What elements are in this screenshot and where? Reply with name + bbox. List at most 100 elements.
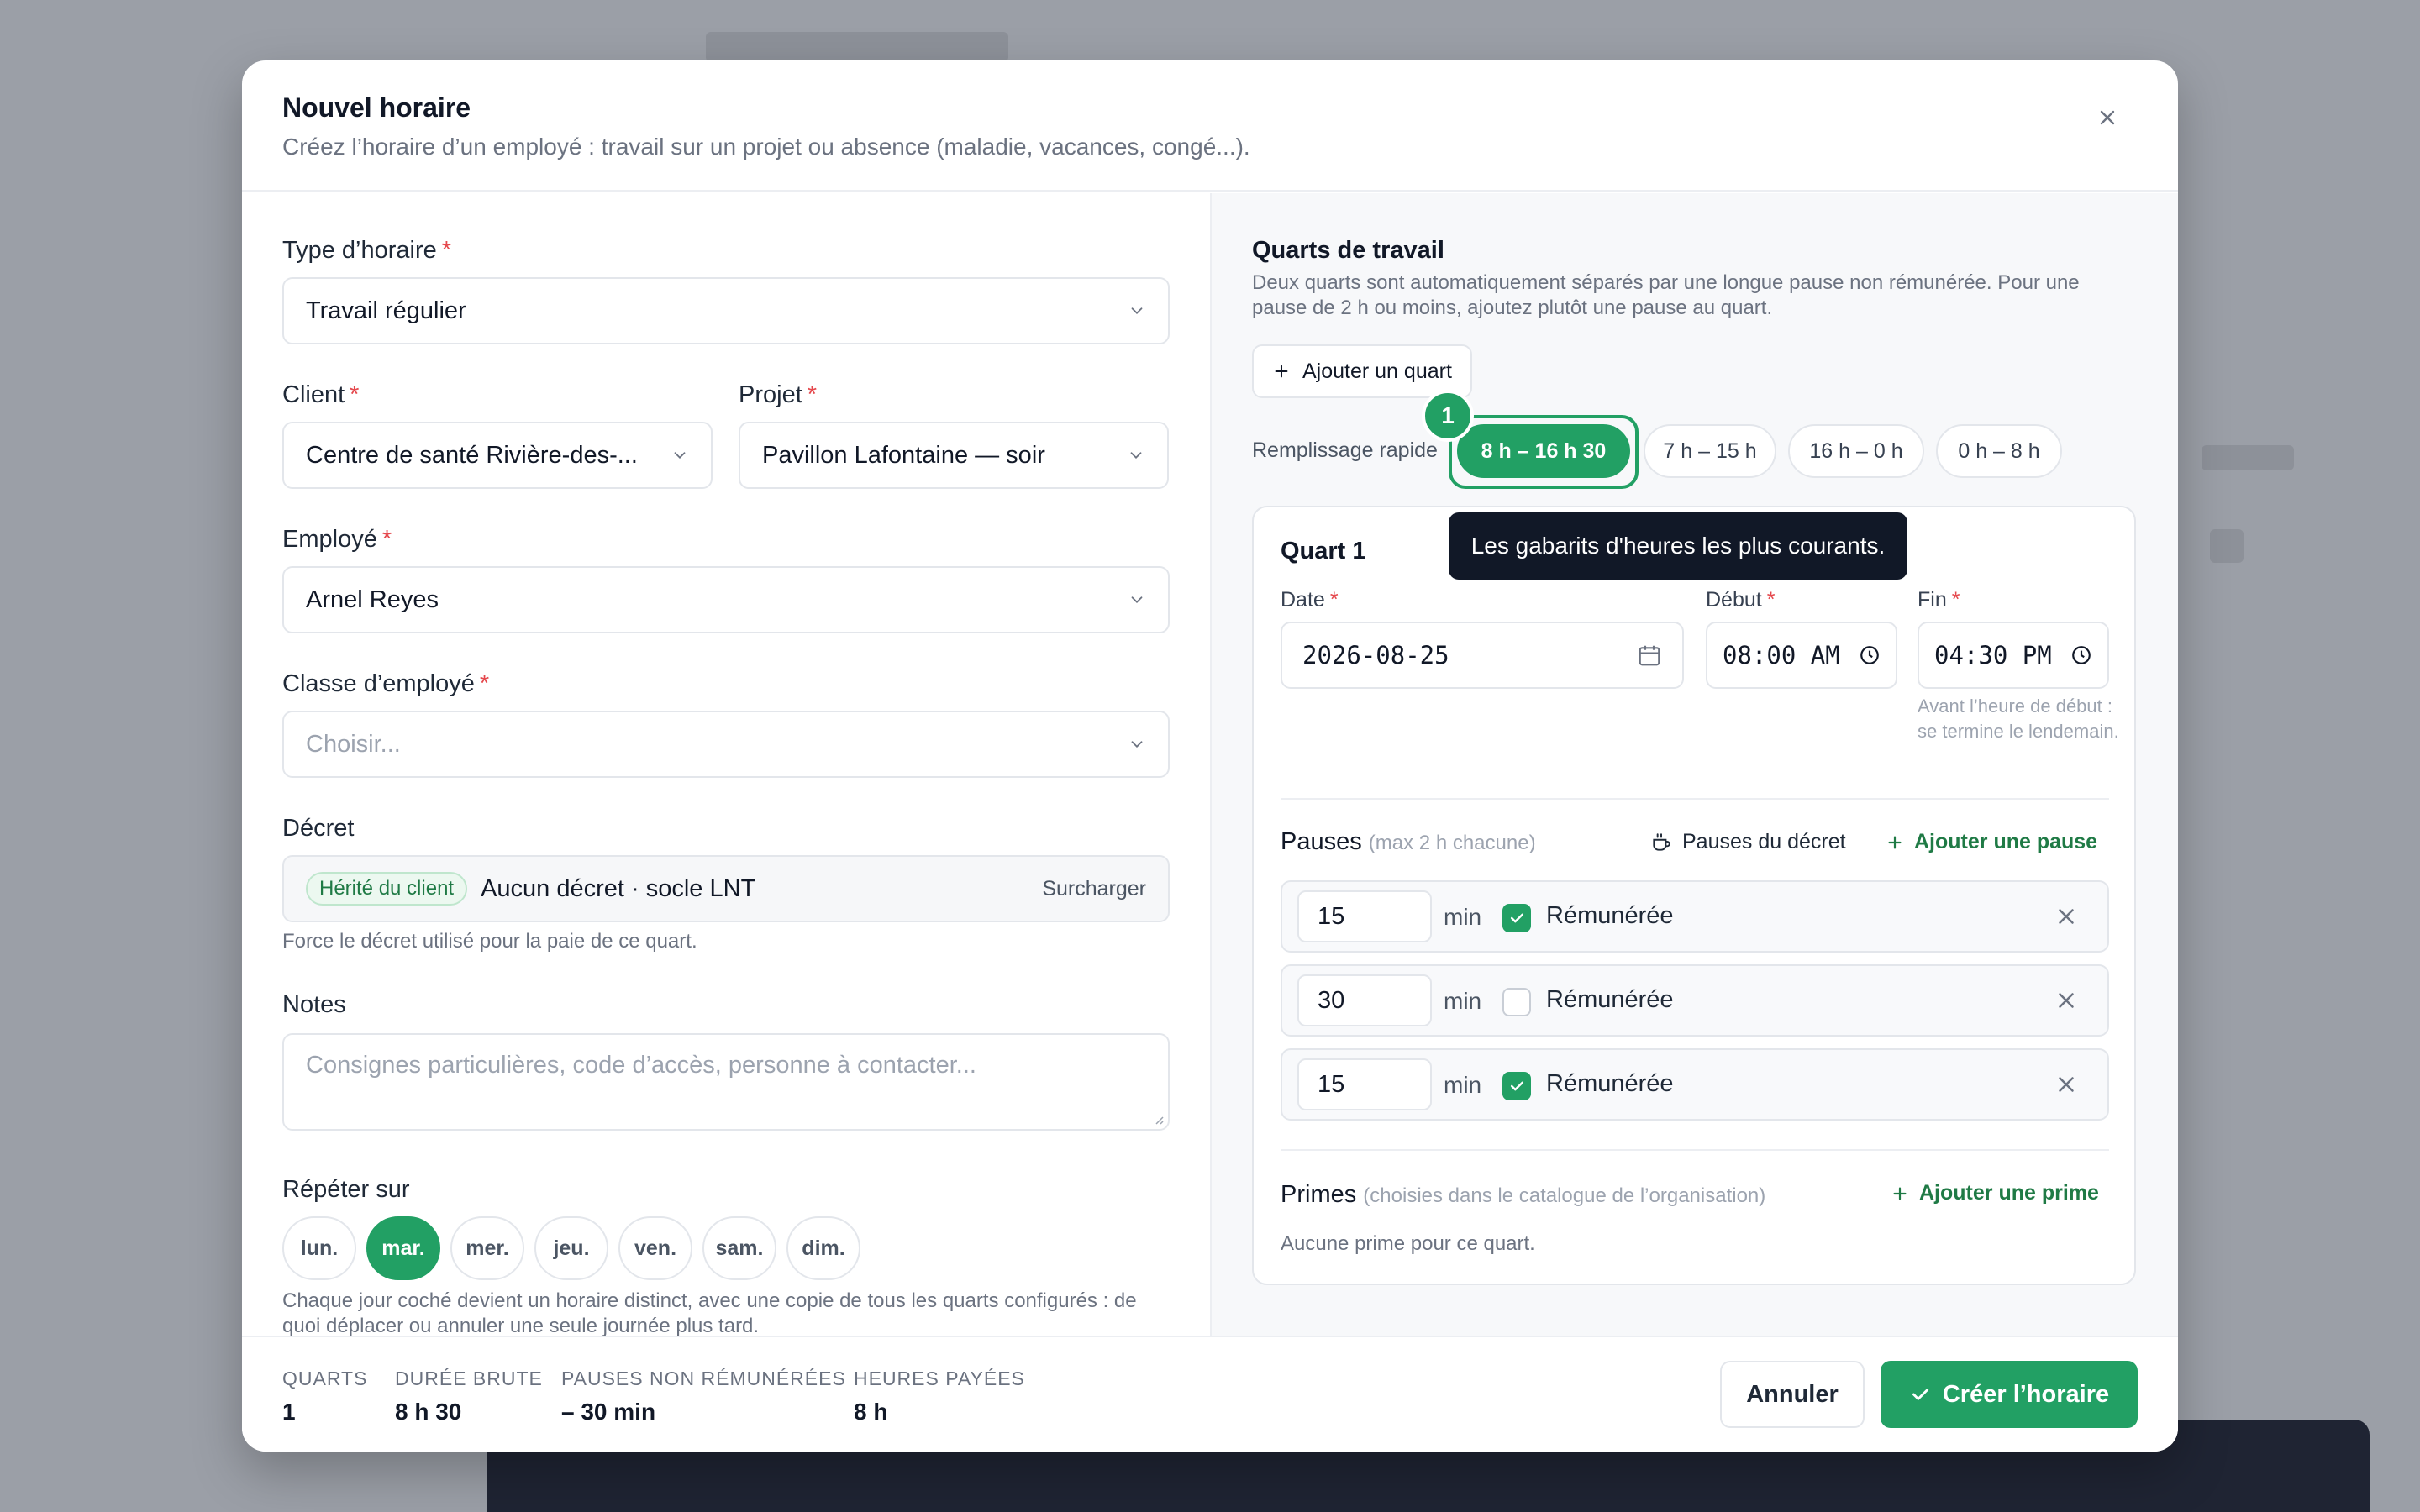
- decret-field: Hérité du client Aucun décret · socle LN…: [282, 855, 1170, 922]
- calendar-icon[interactable]: [1637, 643, 1662, 668]
- cancel-button[interactable]: Annuler: [1720, 1361, 1865, 1428]
- end-time-input[interactable]: 04:30 PM: [1918, 622, 2109, 689]
- step-badge: 1: [1422, 390, 1474, 442]
- day-toggle-mer[interactable]: mer.: [450, 1216, 524, 1280]
- start-label: Début *: [1706, 588, 1776, 612]
- pause-minutes-input[interactable]: 30: [1297, 974, 1432, 1026]
- check-icon: [1510, 913, 1523, 923]
- check-icon: [1510, 1081, 1523, 1091]
- day-toggle-lun[interactable]: lun.: [282, 1216, 356, 1280]
- stat-value: – 30 min: [561, 1399, 656, 1425]
- type-select-value: Travail régulier: [306, 297, 466, 324]
- divider: [1281, 798, 2109, 800]
- add-pause-label: Ajouter une pause: [1914, 830, 2098, 853]
- add-shift-button[interactable]: Ajouter un quart: [1252, 344, 1472, 398]
- primes-label: Primes (choisies dans le catalogue de l’…: [1281, 1181, 1766, 1208]
- paid-label: Rémunérée: [1546, 902, 1674, 929]
- start-time-input[interactable]: 08:00 AM: [1706, 622, 1897, 689]
- client-select-value: Centre de santé Rivière-des-...: [306, 441, 638, 469]
- stat-label: QUARTS: [282, 1368, 368, 1389]
- create-schedule-button[interactable]: Créer l’horaire: [1881, 1361, 2138, 1428]
- stat-label: HEURES PAYÉES: [854, 1368, 1025, 1389]
- client-select[interactable]: Centre de santé Rivière-des-...: [282, 422, 713, 489]
- quick-fill-chip-0-8[interactable]: 0 h – 8 h: [1936, 424, 2062, 478]
- decret-pauses-button[interactable]: Pauses du décret: [1650, 830, 1846, 854]
- decret-label: Décret: [282, 815, 355, 842]
- quick-fill-label: Remplissage rapide: [1252, 438, 1438, 462]
- day-toggle-jeu[interactable]: jeu.: [534, 1216, 608, 1280]
- dialog-title: Nouvel horaire: [282, 92, 471, 123]
- pauses-label: Pauses (max 2 h chacune): [1281, 828, 1536, 855]
- stat-heures-payees: HEURES PAYÉES 8 h: [854, 1368, 1025, 1425]
- quick-fill-chip-16-0[interactable]: 16 h – 0 h: [1788, 424, 1924, 478]
- add-shift-label: Ajouter un quart: [1302, 359, 1452, 383]
- shift-title: Quart 1: [1281, 538, 1366, 564]
- remove-pause-icon[interactable]: [2054, 1072, 2079, 1097]
- pause-unit: min: [1444, 1072, 1482, 1098]
- end-label: Fin *: [1918, 588, 1960, 612]
- clock-icon[interactable]: [2070, 644, 2092, 666]
- paid-checkbox[interactable]: [1502, 904, 1531, 932]
- classe-label: Classe d’employé *: [282, 670, 490, 697]
- paid-checkbox[interactable]: [1502, 988, 1531, 1016]
- employe-select[interactable]: Arnel Reyes: [282, 566, 1170, 633]
- stat-value: 1: [282, 1399, 296, 1425]
- repeat-help: Chaque jour coché devient un horaire dis…: [282, 1289, 1137, 1336]
- add-prime-button[interactable]: Ajouter une prime: [1891, 1181, 2099, 1205]
- chevron-down-icon: [1131, 307, 1143, 315]
- plus-icon: [1275, 365, 1288, 378]
- employe-select-value: Arnel Reyes: [306, 585, 439, 613]
- type-label: Type d’horaire *: [282, 237, 452, 264]
- stat-quarts: QUARTS 1: [282, 1368, 367, 1425]
- stat-label: PAUSES NON RÉMUNÉRÉES: [561, 1368, 846, 1389]
- date-input[interactable]: 2026-08-25: [1281, 622, 1684, 689]
- close-button[interactable]: [2089, 99, 2126, 136]
- start-time-value: 08:00 AM: [1723, 641, 1840, 669]
- create-schedule-label: Créer l’horaire: [1942, 1380, 2110, 1408]
- stat-pauses-non-remunerees: PAUSES NON RÉMUNÉRÉES – 30 min: [561, 1368, 846, 1425]
- decret-value: Aucun décret · socle LNT: [481, 874, 756, 902]
- projet-select[interactable]: Pavillon Lafontaine — soir: [739, 422, 1169, 489]
- day-toggle-mar[interactable]: mar.: [366, 1216, 440, 1280]
- notes-textarea[interactable]: Consignes particulières, code d’accès, p…: [282, 1033, 1170, 1131]
- paid-checkbox[interactable]: [1502, 1072, 1531, 1100]
- override-button[interactable]: Surcharger: [1042, 877, 1146, 901]
- quick-fill-chip-8-16[interactable]: 8 h – 16 h 30: [1457, 424, 1630, 478]
- dialog-subtitle: Créez l’horaire d’un employé : travail s…: [282, 134, 1250, 160]
- decret-pauses-label: Pauses du décret: [1682, 830, 1846, 853]
- repeat-days: lun. mar. mer. jeu. ven. sam. dim.: [282, 1216, 860, 1280]
- clock-icon[interactable]: [1859, 644, 1881, 666]
- classe-select[interactable]: Choisir...: [282, 711, 1170, 778]
- close-icon: [2100, 110, 2115, 125]
- resize-handle-icon[interactable]: [1150, 1110, 1165, 1126]
- notes-placeholder: Consignes particulières, code d’accès, p…: [306, 1052, 976, 1079]
- repeat-label: Répéter sur: [282, 1176, 410, 1203]
- background-toolbar: [706, 32, 1008, 62]
- notes-label: Notes: [282, 991, 346, 1018]
- pause-row: 15 min Rémunérée: [1281, 880, 2109, 953]
- stat-value: 8 h: [854, 1399, 888, 1425]
- employe-label: Employé *: [282, 526, 392, 553]
- coffee-icon: [1653, 832, 1670, 851]
- client-label: Client *: [282, 381, 360, 408]
- day-toggle-ven[interactable]: ven.: [618, 1216, 692, 1280]
- chevron-down-icon: [1131, 741, 1143, 748]
- stat-value: 8 h 30: [395, 1399, 462, 1425]
- end-help: Avant l’heure de début : se termine le l…: [1918, 696, 2119, 742]
- remove-pause-icon[interactable]: [2054, 904, 2079, 929]
- projet-label: Projet *: [739, 381, 818, 408]
- day-toggle-dim[interactable]: dim.: [786, 1216, 860, 1280]
- stat-label: DURÉE BRUTE: [395, 1368, 543, 1389]
- type-select[interactable]: Travail régulier: [282, 277, 1170, 344]
- remove-pause-icon[interactable]: [2054, 988, 2079, 1013]
- stat-duree-brute: DURÉE BRUTE 8 h 30: [395, 1368, 543, 1425]
- quick-fill-chip-7-15[interactable]: 7 h – 15 h: [1644, 424, 1776, 478]
- add-prime-label: Ajouter une prime: [1919, 1181, 2099, 1205]
- background-widget: [2202, 445, 2294, 470]
- pause-minutes-input[interactable]: 15: [1297, 1058, 1432, 1110]
- add-pause-button[interactable]: Ajouter une pause: [1886, 830, 2097, 854]
- check-icon: [1912, 1389, 1928, 1400]
- day-toggle-sam[interactable]: sam.: [702, 1216, 776, 1280]
- pause-minutes-input[interactable]: 15: [1297, 890, 1432, 942]
- pause-row: 15 min Rémunérée: [1281, 1048, 2109, 1121]
